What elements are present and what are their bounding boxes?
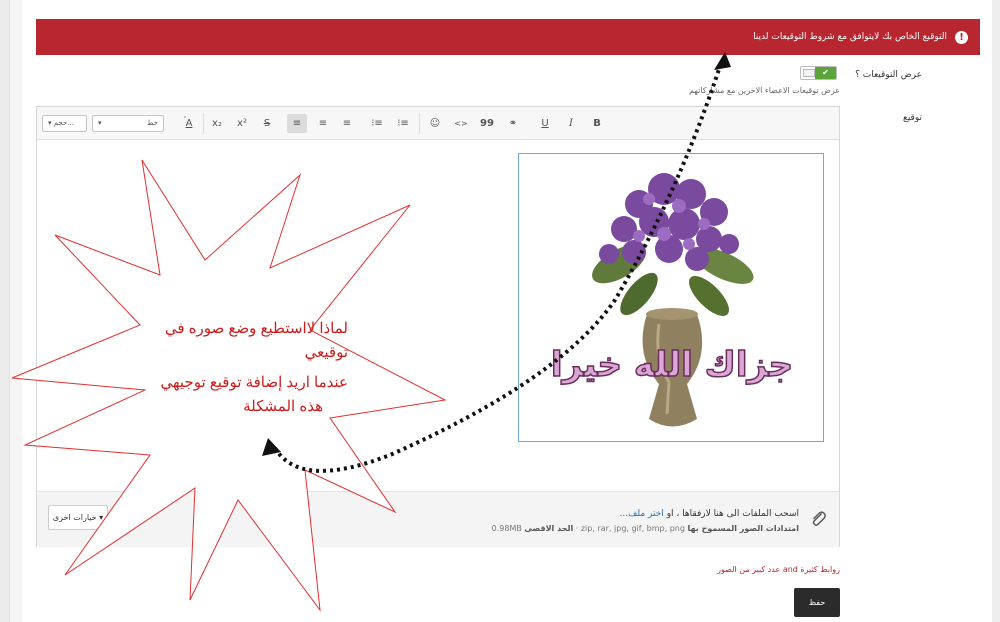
save-button[interactable]: حفظ xyxy=(794,588,840,617)
align-left-button[interactable]: ≡ xyxy=(337,114,357,133)
align-center-button[interactable]: ≡ xyxy=(313,114,333,133)
error-banner: ! التوقيع الخاص بك لايتوافق مع شروط التو… xyxy=(36,19,980,55)
align-right-button[interactable]: ≡ xyxy=(287,114,307,133)
attachment-drop-text: اسحب الملفات الى هنا لارفقاها ، او اختر … xyxy=(620,509,800,519)
signature-image[interactable]: جزاك الله خيرا xyxy=(518,153,824,442)
left-rail xyxy=(0,0,10,622)
flower-vase-image: جزاك الله خيرا xyxy=(550,173,794,427)
font-dropdown[interactable]: ▾ خط xyxy=(92,115,164,132)
signature-rules-notice: روابط كثيرة and عدد كبير من الصور xyxy=(717,565,840,574)
font-dropdown-label: خط xyxy=(147,119,158,127)
underline-button[interactable]: U xyxy=(535,114,555,133)
toolbar-separator xyxy=(419,113,420,134)
editor-toolbar: ▾ حجم... ▾ خط ˄ A x₂ x² S ≡ ≡ ≡ ⁝≡ ⁝≡ ☺ … xyxy=(37,107,839,140)
link-button[interactable]: ⚭ xyxy=(503,114,523,133)
subscript-button[interactable]: x₂ xyxy=(207,114,227,133)
alert-circle-icon: ! xyxy=(955,30,968,44)
more-options-button[interactable]: خيارات اخرى ▾ xyxy=(48,505,108,530)
choose-file-link[interactable]: اختر ملف... xyxy=(620,509,664,519)
show-signatures-toggle[interactable]: ✔ xyxy=(800,66,837,80)
attachment-bar: خيارات اخرى ▾ اسحب الملفات الى هنا لارفق… xyxy=(37,491,839,547)
scrollbar-track[interactable] xyxy=(992,0,1000,622)
attachment-limits: امتدادات الصور المسموح بها zip, rar, jpg… xyxy=(491,524,800,533)
max-size-label: الحد الاقصى xyxy=(524,524,574,533)
annotation-line-4: هذه المشكلة xyxy=(243,398,323,415)
toolbar-separator xyxy=(203,113,204,134)
numbered-list-button[interactable]: ⁝≡ xyxy=(367,114,387,133)
text-color-button[interactable]: A xyxy=(179,114,199,133)
size-dropdown-label: حجم... xyxy=(53,119,74,127)
drag-text: اسحب الملفات الى هنا لارفقاها ، او xyxy=(666,509,799,519)
paperclip-icon xyxy=(812,511,826,526)
annotation-line-1: لماذا لااستطيع وضع صوره في xyxy=(164,320,348,337)
show-signatures-label: عرض التوقيعات ؟ xyxy=(855,70,922,80)
max-size: 0.98MB xyxy=(491,524,522,533)
size-dropdown[interactable]: ▾ حجم... xyxy=(42,115,87,132)
italic-button[interactable]: I xyxy=(561,114,581,133)
allowed-types: zip, rar, jpg, gif, bmp, png xyxy=(580,524,685,533)
code-button[interactable]: <> xyxy=(451,114,471,133)
annotation-line-2: توقيعي xyxy=(304,344,348,361)
annotation-line-3: عندما اريد إضافة توقيع توجيهي xyxy=(160,374,348,391)
check-icon: ✔ xyxy=(815,67,836,79)
strikethrough-button[interactable]: S xyxy=(257,114,277,133)
error-message: التوقيع الخاص بك لايتوافق مع شروط التوقي… xyxy=(753,32,947,42)
bullet-list-button[interactable]: ⁝≡ xyxy=(393,114,413,133)
superscript-button[interactable]: x² xyxy=(232,114,252,133)
bold-button[interactable]: B xyxy=(587,114,607,133)
annotation-text: لماذا لااستطيع وضع صوره في توقيعي عندما … xyxy=(108,317,348,419)
signature-label: توقيع xyxy=(903,113,922,123)
toggle-knob xyxy=(803,69,815,77)
show-signatures-hint: عرض توقيعات الاعضاء الاخرين مع مشاركاتهم xyxy=(689,86,840,95)
allowed-types-label: امتدادات الصور المسموح بها xyxy=(687,524,800,533)
quote-button[interactable]: 99 xyxy=(477,114,497,133)
image-caption: جزاك الله خيرا xyxy=(551,345,793,385)
emoji-button[interactable]: ☺ xyxy=(425,114,445,133)
